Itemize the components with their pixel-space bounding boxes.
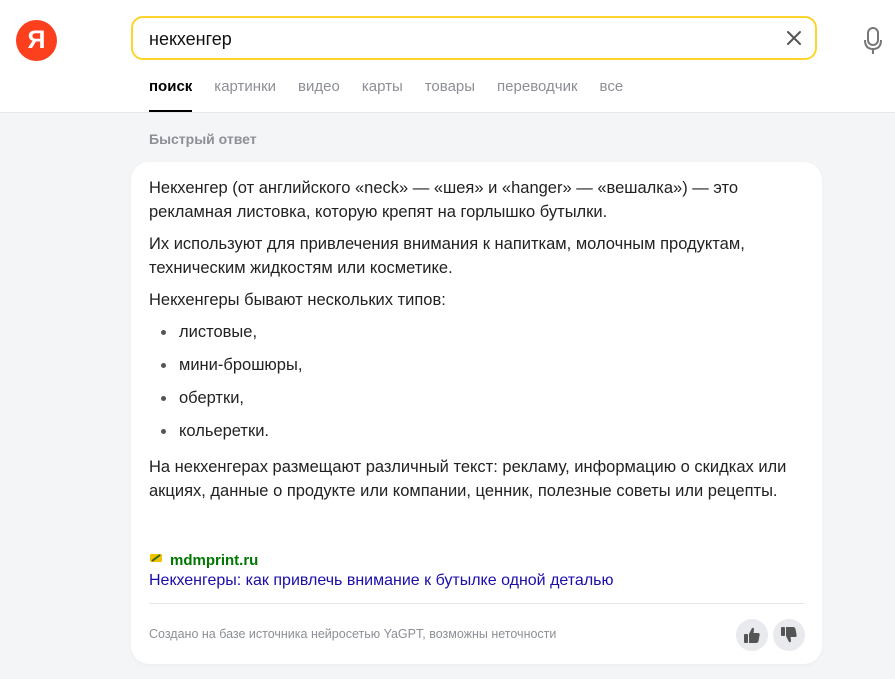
close-icon[interactable] xyxy=(781,25,807,51)
answer-paragraph: Некхенгер (от английского «neck» — «шея»… xyxy=(149,179,738,221)
types-list: листовые, мини-брошюры, обертки, кольере… xyxy=(149,320,809,443)
source-site-name: mdmprint.ru xyxy=(170,551,259,569)
thumbs-up-icon[interactable] xyxy=(736,619,768,651)
site-favicon-icon xyxy=(149,551,163,569)
quick-answer-card: Некхенгер (от английского «neck» — «шея»… xyxy=(131,162,822,664)
section-title: Быстрый ответ xyxy=(149,131,257,147)
answer-paragraph: На некхенгерах размещают различный текст… xyxy=(149,458,787,500)
disclaimer: Создано на базе источника нейросетью YaG… xyxy=(149,627,557,641)
tab-search[interactable]: поиск xyxy=(149,78,193,112)
tab-products[interactable]: товары xyxy=(425,78,475,112)
tab-all[interactable]: все xyxy=(600,78,624,112)
list-item: мини-брошюры, xyxy=(177,353,809,377)
tab-translator[interactable]: переводчик xyxy=(497,78,577,112)
answer-body: Некхенгер (от английского «neck» — «шея»… xyxy=(149,176,809,511)
yandex-logo[interactable]: Я xyxy=(16,20,57,61)
tab-maps[interactable]: карты xyxy=(362,78,403,112)
microphone-icon[interactable] xyxy=(860,26,886,56)
answer-paragraph: Некхенгеры бывают нескольких типов: xyxy=(149,291,446,309)
source-link[interactable]: Некхенгеры: как привлечь внимание к буты… xyxy=(149,572,613,590)
search-tabs: поиск картинки видео карты товары перево… xyxy=(149,78,645,112)
source-site[interactable]: mdmprint.ru xyxy=(149,551,258,569)
list-item: листовые, xyxy=(177,320,809,344)
list-item: обертки, xyxy=(177,386,809,410)
tab-images[interactable]: картинки xyxy=(214,78,276,112)
list-item: кольеретки. xyxy=(177,419,809,443)
divider xyxy=(149,603,804,604)
tab-video[interactable]: видео xyxy=(298,78,340,112)
header: Я поиск картинки видео карты товары пере… xyxy=(0,0,895,113)
answer-paragraph: Их используют для привлечения внимания к… xyxy=(149,235,745,277)
search-input[interactable] xyxy=(149,27,749,51)
thumbs-down-icon[interactable] xyxy=(773,619,805,651)
search-box xyxy=(131,16,817,60)
